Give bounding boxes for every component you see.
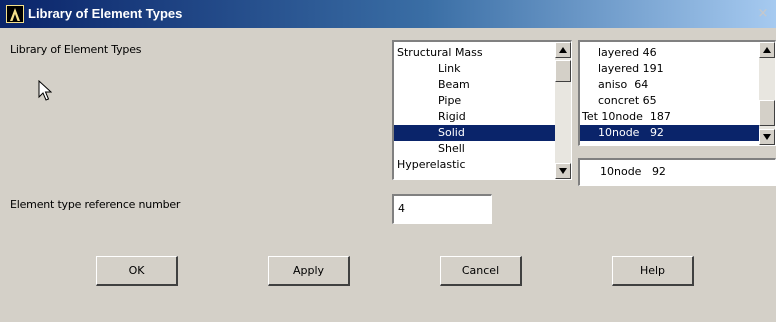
list-item[interactable]: layered 46	[580, 45, 759, 61]
help-button[interactable]: Help	[612, 256, 694, 286]
list-item[interactable]: Rigid	[394, 109, 555, 125]
scroll-up-button[interactable]	[555, 42, 571, 58]
scroll-up-button[interactable]	[759, 42, 775, 58]
list-item[interactable]: Beam	[394, 77, 555, 93]
window-title: Library of Element Types	[28, 6, 183, 21]
list-item[interactable]: Structural Mass	[394, 45, 555, 61]
category-scrollbar[interactable]	[555, 42, 571, 179]
library-label: Library of Element Types	[10, 43, 142, 56]
scroll-down-button[interactable]	[555, 163, 571, 179]
ref-number-input[interactable]: 4	[392, 194, 492, 224]
title-bar[interactable]: Library of Element Types ×	[0, 0, 776, 28]
element-type-listbox[interactable]: layered 46 layered 191 aniso 64 concret 65 T…	[578, 40, 776, 146]
list-item[interactable]: Pipe	[394, 93, 555, 109]
list-item[interactable]: Shell	[394, 141, 555, 157]
list-item[interactable]: Link	[394, 61, 555, 77]
arrow-cursor-icon	[38, 79, 53, 105]
list-item[interactable]: aniso 64	[580, 77, 759, 93]
list-item[interactable]: layered 191	[580, 61, 759, 77]
scroll-thumb[interactable]	[759, 100, 775, 126]
ref-number-label: Element type reference number	[10, 198, 181, 211]
list-item[interactable]: Hyperelastic	[394, 157, 555, 173]
selected-type-field[interactable]: 10node 92	[578, 158, 776, 186]
list-item[interactable]: Solid	[394, 125, 555, 141]
ok-button[interactable]: OK	[96, 256, 178, 286]
list-item[interactable]: Tet 10node 187	[580, 109, 759, 125]
category-listbox[interactable]: Structural Mass Link Beam Pipe Rigid Solid She…	[392, 40, 572, 180]
cancel-button[interactable]: Cancel	[440, 256, 522, 286]
type-scrollbar[interactable]	[759, 42, 775, 145]
scroll-down-button[interactable]	[759, 129, 775, 145]
apply-button[interactable]: Apply	[268, 256, 350, 286]
ansys-logo-icon	[6, 5, 24, 23]
close-icon[interactable]: ×	[756, 7, 770, 21]
list-item[interactable]: concret 65	[580, 93, 759, 109]
scroll-thumb[interactable]	[555, 60, 571, 82]
list-item[interactable]: 10node 92	[580, 125, 759, 141]
